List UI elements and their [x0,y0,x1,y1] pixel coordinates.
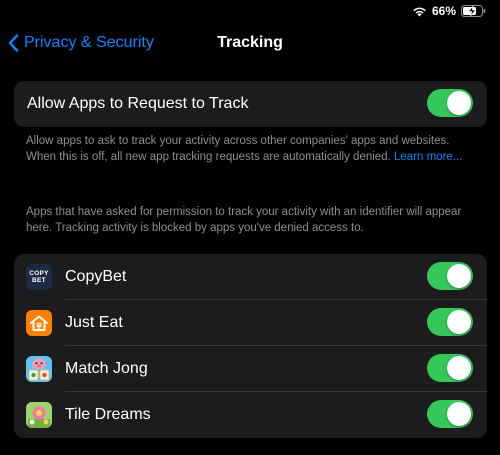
toggle-knob [447,91,471,115]
toggle-knob [447,356,471,380]
battery-charging-icon [461,5,486,17]
learn-more-link[interactable]: Learn more... [394,151,462,163]
tile-dreams-icon [26,402,52,428]
just-eat-tracking-toggle[interactable] [427,308,473,336]
copybet-icon: COPY BET [26,264,52,290]
app-name: CopyBet [65,268,127,285]
allow-tracking-row: Allow Apps to Request to Track [14,81,487,127]
app-row-match-jong: Match Jong [14,346,487,392]
back-button[interactable]: Privacy & Security [8,34,154,52]
match-jong-icon [26,356,52,382]
app-row-tile-dreams: Tile Dreams [14,392,487,438]
app-name: Match Jong [65,360,148,377]
app-name: Just Eat [65,314,123,331]
navigation-bar: Privacy & Security Tracking [0,30,500,58]
apps-footnote: Apps that have asked for permission to t… [26,206,462,234]
allow-tracking-card: Allow Apps to Request to Track [14,81,487,127]
copybet-tracking-toggle[interactable] [427,262,473,290]
status-bar: 66% [412,4,486,18]
battery-percent: 66% [431,4,456,18]
just-eat-icon [26,310,52,336]
wifi-icon [413,7,426,16]
app-row-copybet: COPY BET CopyBet [14,254,487,300]
app-row-just-eat: Just Eat [14,300,487,346]
apps-list: COPY BET CopyBet Just Eat Match Jong Til… [14,254,487,438]
toggle-knob [447,310,471,334]
toggle-knob [447,402,471,426]
app-name: Tile Dreams [65,406,151,423]
back-button-label: Privacy & Security [24,34,154,51]
allow-tracking-toggle[interactable] [427,89,473,117]
tile-dreams-tracking-toggle[interactable] [427,400,473,428]
allow-tracking-footnote: Allow apps to ask to track your activity… [26,133,476,165]
match-jong-tracking-toggle[interactable] [427,354,473,382]
allow-tracking-description: Allow apps to ask to track your activity… [26,135,450,163]
chevron-left-icon [8,34,19,52]
toggle-knob [447,264,471,288]
allow-tracking-label: Allow Apps to Request to Track [27,95,249,112]
